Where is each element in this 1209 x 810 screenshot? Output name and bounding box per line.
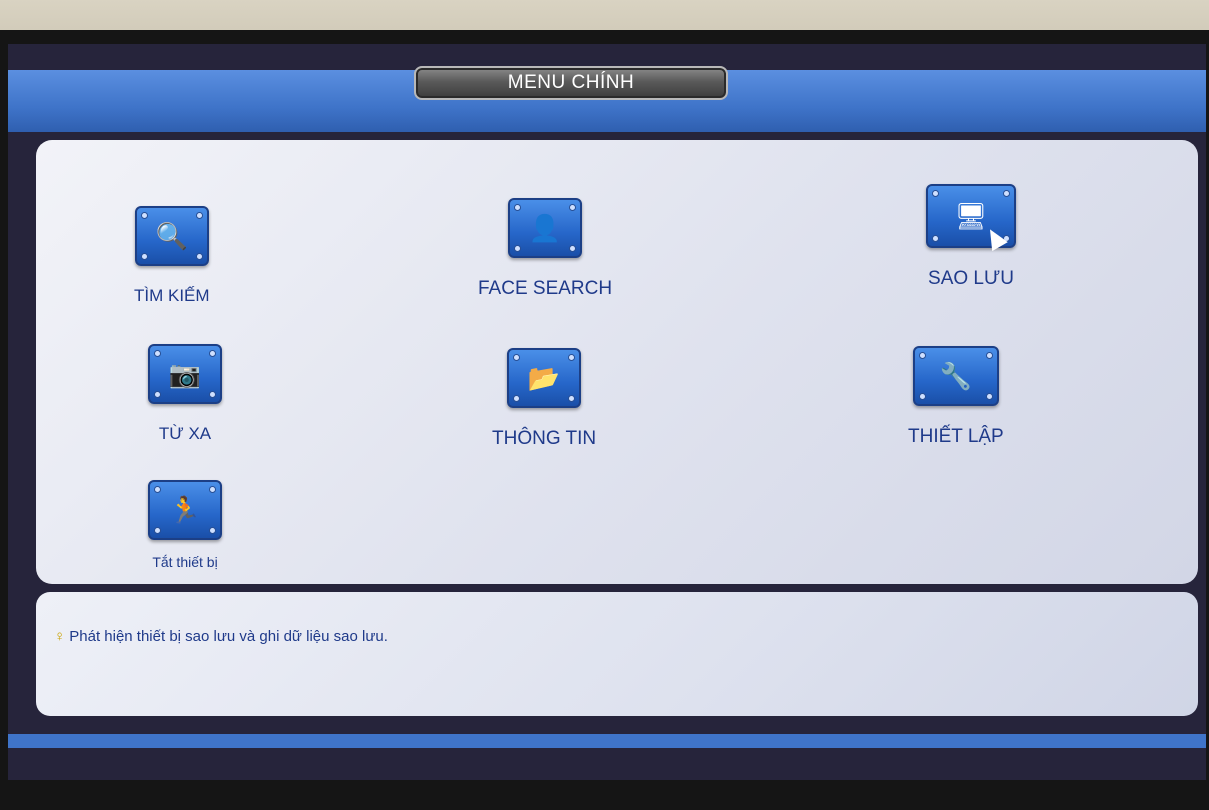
settings-icon: 🔧 [912,346,999,406]
menu-item-info[interactable]: 📂 THÔNG TIN [492,348,596,450]
menu-item-label: THIẾT LẬP [908,426,1004,447]
page-title: MENU CHÍNH [414,66,728,100]
main-menu-panel: 🔍 TÌM KIẾM 👤 FACE SEARCH 🖥 SAO LƯU 📷 TỪ … [36,140,1198,584]
info-panel: ♀ Phát hiện thiết bị sao lưu và ghi dữ li… [36,592,1198,716]
face-search-icon: 👤 [508,198,583,258]
footer-band [8,734,1206,748]
info-hint-text: Phát hiện thiết bị sao lưu và ghi dữ liệ… [69,628,388,645]
menu-item-label: FACE SEARCH [478,278,613,299]
menu-item-face-search[interactable]: 👤 FACE SEARCH [478,198,612,300]
menu-item-label: TỪ XA [158,424,212,443]
search-icon: 🔍 [134,206,209,266]
shutdown-icon: 🏃 [148,480,222,540]
info-folder-icon: 📂 [507,348,582,408]
remote-camera-icon: 📷 [148,344,222,404]
menu-item-label: Tắt thiết bị [152,554,218,570]
menu-item-label: THÔNG TIN [492,428,597,449]
menu-item-label: SAO LƯU [928,268,1014,289]
menu-item-label: TÌM KIẾM [134,286,210,305]
menu-item-search[interactable]: 🔍 TÌM KIẾM [134,206,210,306]
menu-item-settings[interactable]: 🔧 THIẾT LẬP [908,346,1004,448]
menu-item-remote[interactable]: 📷 TỪ XA [148,344,222,444]
lightbulb-icon: ♀ [54,628,66,645]
menu-item-shutdown[interactable]: 🏃 Tắt thiết bị [148,480,222,570]
dvr-screen: MENU CHÍNH 🔍 TÌM KIẾM 👤 FACE SEARCH 🖥 SA… [8,44,1206,780]
info-hint: ♀ Phát hiện thiết bị sao lưu và ghi dữ li… [54,628,388,645]
